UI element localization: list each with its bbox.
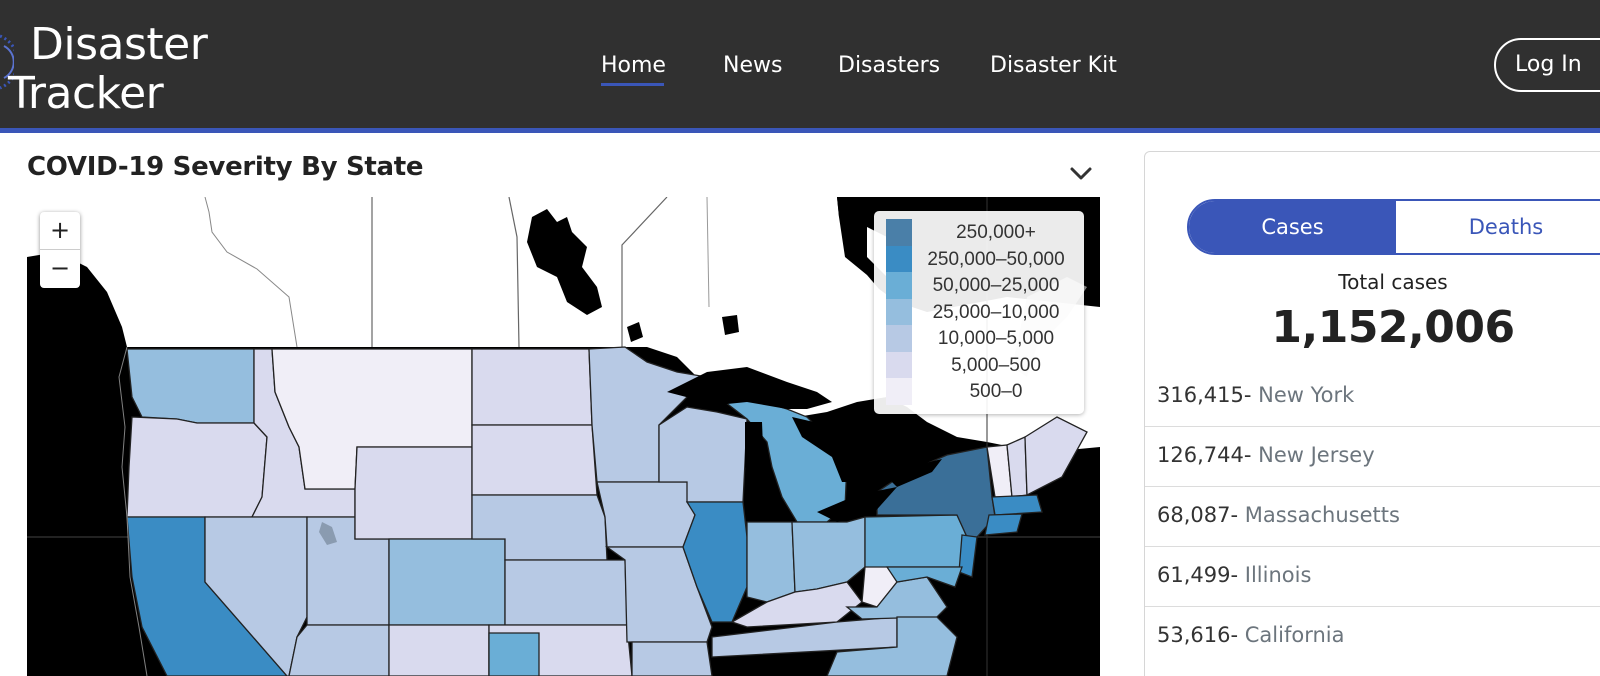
total-cases-label: Total cases bbox=[1338, 270, 1448, 294]
chevron-down-icon[interactable] bbox=[1068, 160, 1094, 186]
state-case-count: 61,499 bbox=[1157, 563, 1231, 587]
state-name-link[interactable]: Massachusetts bbox=[1245, 503, 1400, 527]
legend-label-0: 250,000+ bbox=[956, 222, 1036, 243]
state-case-count: 316,415 bbox=[1157, 383, 1244, 407]
legend-swatch-0 bbox=[886, 219, 912, 246]
legend-label-1: 250,000–50,000 bbox=[927, 248, 1065, 270]
state-name-link[interactable]: New Jersey bbox=[1258, 443, 1375, 467]
legend-swatch-2 bbox=[886, 272, 912, 299]
state-list-item[interactable]: 53,616- California bbox=[1145, 607, 1600, 667]
nav-home-active-underline bbox=[601, 83, 664, 86]
legend-swatch-1 bbox=[886, 245, 912, 272]
legend-label-3: 25,000–10,000 bbox=[932, 301, 1060, 323]
state-case-count: 53,616 bbox=[1157, 623, 1231, 647]
state-list-item[interactable]: 126,744- New Jersey bbox=[1145, 427, 1600, 487]
state-list-item[interactable]: 316,415- New York bbox=[1145, 367, 1600, 427]
state-name-link[interactable]: California bbox=[1245, 623, 1345, 647]
top-navbar bbox=[0, 0, 1600, 128]
state-list-item[interactable]: 68,087- Massachusetts bbox=[1145, 487, 1600, 547]
state-separator: - bbox=[1243, 383, 1259, 407]
state-name-link[interactable]: New York bbox=[1258, 383, 1354, 407]
zoom-out-button[interactable]: − bbox=[40, 250, 80, 288]
state-separator: - bbox=[1243, 443, 1259, 467]
nav-home[interactable]: Home bbox=[601, 53, 666, 79]
legend-swatch-3 bbox=[886, 298, 912, 325]
legend-swatch-4 bbox=[886, 325, 912, 352]
state-case-count: 126,744 bbox=[1157, 443, 1244, 467]
cases-deaths-toggle: Cases Deaths bbox=[1187, 199, 1600, 255]
total-cases-value: 1,152,006 bbox=[1271, 302, 1515, 353]
legend-swatch-5 bbox=[886, 351, 912, 378]
legend-label-4: 10,000–5,000 bbox=[937, 328, 1055, 349]
legend-label-5: 5,000–500 bbox=[951, 354, 1041, 376]
state-list-item[interactable]: 61,499- Illinois bbox=[1145, 547, 1600, 607]
state-case-count: 68,087 bbox=[1157, 503, 1231, 527]
state-name-link[interactable]: Illinois bbox=[1245, 563, 1312, 587]
map-legend: 250,000+ 250,000–50,000 50,000–25,000 25… bbox=[874, 211, 1084, 414]
legend-swatch-6 bbox=[886, 378, 912, 405]
map-panel-title: COVID-19 Severity By State bbox=[27, 152, 424, 182]
tab-deaths[interactable]: Deaths bbox=[1396, 201, 1600, 253]
legend-label-6: 500–0 bbox=[969, 381, 1023, 402]
logo-text-disaster[interactable]: Disaster bbox=[30, 23, 208, 67]
nav-disasters[interactable]: Disasters bbox=[838, 53, 940, 79]
state-separator: - bbox=[1230, 563, 1245, 587]
state-separator: - bbox=[1230, 503, 1245, 527]
navbar-accent-line bbox=[0, 128, 1600, 133]
nav-disaster-kit[interactable]: Disaster Kit bbox=[990, 53, 1117, 79]
logo-text-tracker[interactable]: Tracker bbox=[8, 72, 164, 116]
login-button[interactable]: Log In bbox=[1494, 38, 1600, 92]
map-zoom-control: + − bbox=[40, 212, 80, 288]
tab-cases[interactable]: Cases bbox=[1189, 201, 1396, 253]
legend-label-2: 50,000–25,000 bbox=[932, 275, 1060, 296]
zoom-in-button[interactable]: + bbox=[40, 212, 80, 250]
nav-news[interactable]: News bbox=[723, 53, 782, 79]
state-separator: - bbox=[1230, 623, 1245, 647]
